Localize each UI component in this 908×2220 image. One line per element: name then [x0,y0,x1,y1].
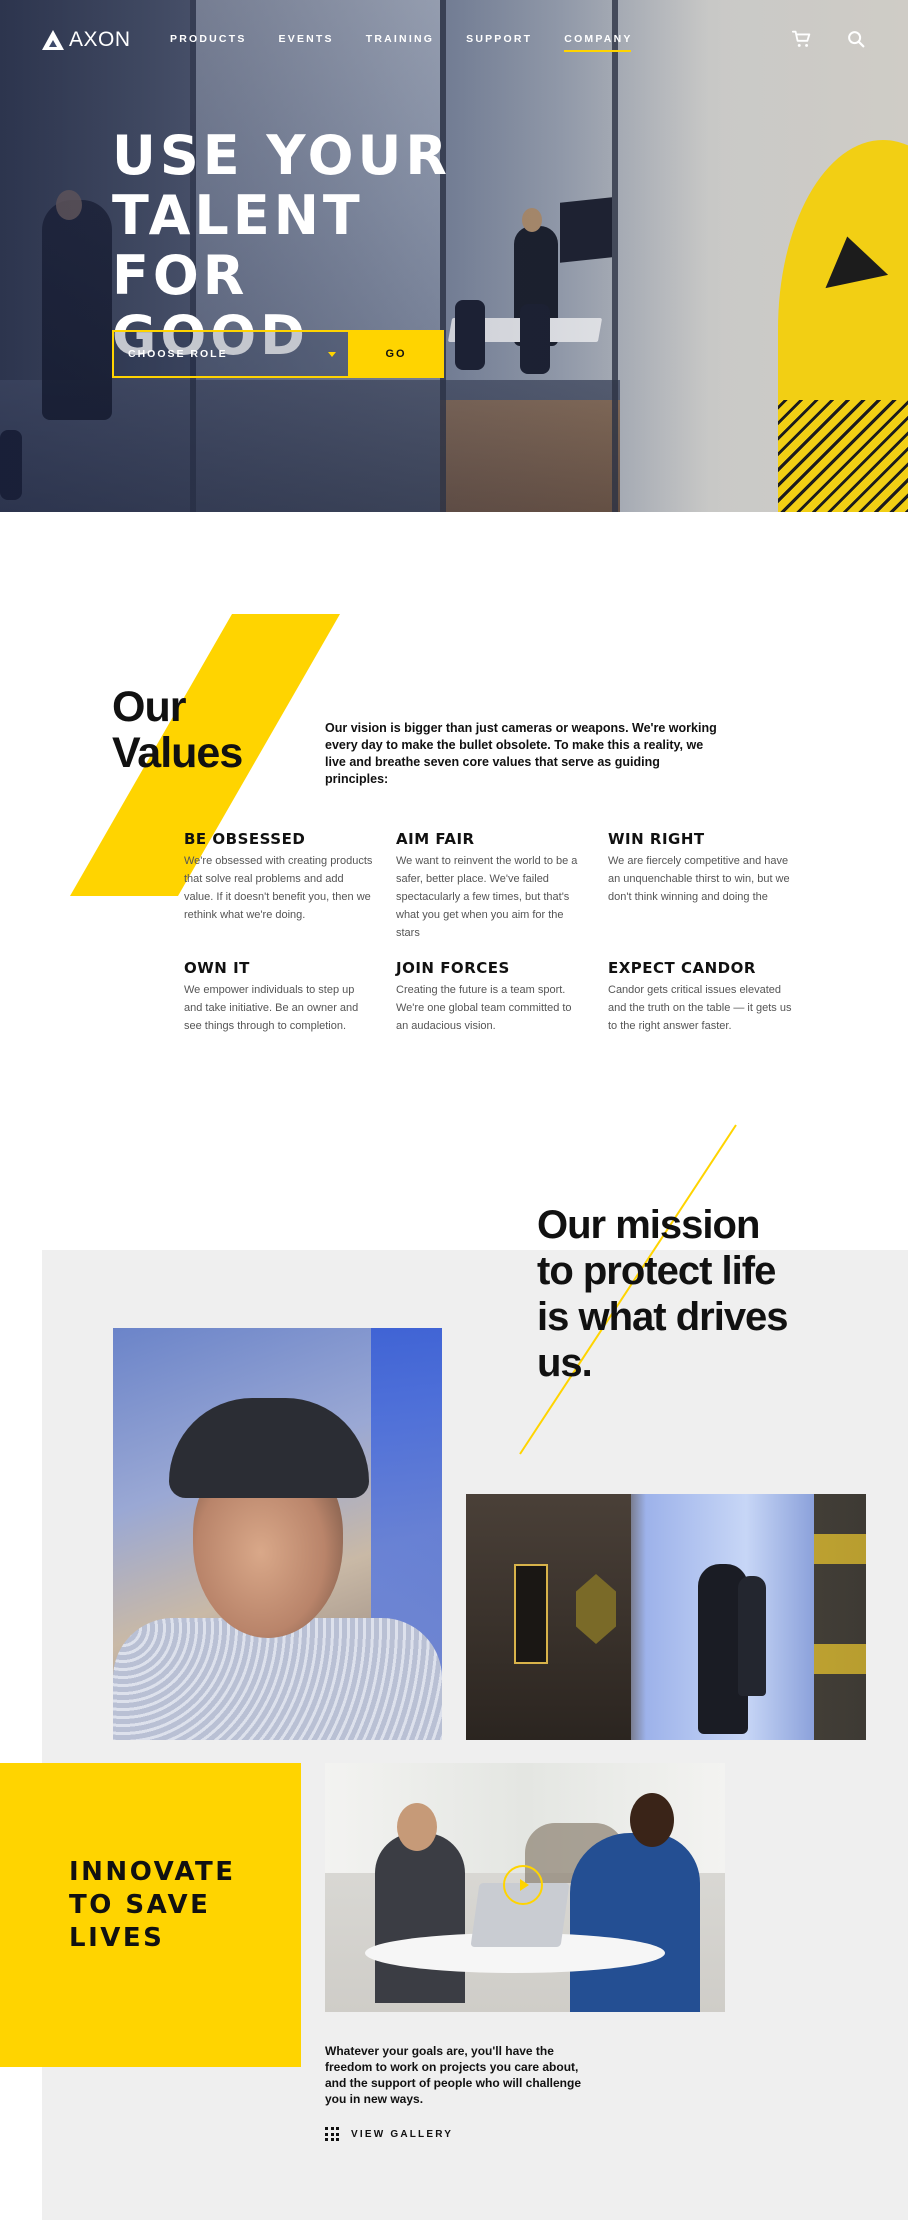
nav-links: PRODUCTS EVENTS TRAINING SUPPORT COMPANY [170,33,665,52]
hero-section: AXON PRODUCTS EVENTS TRAINING SUPPORT CO… [0,0,908,512]
photo-man-head [397,1803,437,1851]
value-card: BE OBSESSED We're obsessed with creating… [184,830,374,924]
grid-icon [325,2127,339,2141]
view-gallery-link[interactable]: VIEW GALLERY [325,2127,453,2141]
nav-link-training[interactable]: TRAINING [366,33,434,45]
gallery-description: Whatever your goals are, you'll have the… [325,2044,582,2106]
photo-man [375,1833,465,2003]
team-meeting-video[interactable] [325,1763,725,2012]
logo-text: AXON [69,28,131,51]
photo-woman-head [630,1793,674,1847]
hero-title-line: USE YOUR [112,124,451,187]
mission-title-line: Our mission [537,1203,760,1247]
photo-door [466,1494,631,1740]
mission-title-line: to protect life [537,1249,776,1293]
innovate-title-line: LIVES [69,1923,165,1953]
value-title: JOIN FORCES [396,959,510,977]
photo-hex-wall [814,1494,866,1740]
nav-link-support[interactable]: SUPPORT [466,33,532,45]
values-title: Our Values [112,683,243,777]
search-icon[interactable] [845,28,867,50]
mission-title-line: us. [537,1341,593,1385]
mission-title: Our mission to protect life is what driv… [537,1202,817,1386]
nav-link-events[interactable]: EVENTS [279,33,334,45]
values-title-line: Values [112,729,243,777]
axon-logo-icon [42,30,64,50]
value-title: WIN RIGHT [608,830,705,848]
photo-cap [169,1398,369,1498]
hero-title-line: TALENT [112,184,364,247]
value-title: OWN IT [184,959,250,977]
value-card: JOIN FORCES Creating the future is a tea… [396,959,586,1035]
value-title: AIM FAIR [396,830,475,848]
value-title: BE OBSESSED [184,830,306,848]
value-text: We empower individuals to step up and ta… [184,984,359,1032]
view-gallery-label: VIEW GALLERY [351,2128,454,2140]
value-text: We are fiercely competitive and have an … [608,855,790,903]
mission-title-line: is what drives [537,1295,789,1339]
value-card: WIN RIGHT We are fiercely competitive an… [608,830,798,906]
cart-icon[interactable] [791,28,813,50]
value-text: We want to reinvent the world to be a sa… [396,855,578,939]
photo-door-panel [514,1564,548,1664]
value-card: AIM FAIR We want to reinvent the world t… [396,830,586,942]
employee-portrait-photo [113,1328,442,1740]
value-text: Creating the future is a team sport. We'… [396,984,572,1032]
value-title: EXPECT CANDOR [608,959,756,977]
photo-door-hex [576,1574,616,1644]
office-hallway-photo [466,1494,866,1740]
main-navigation: AXON PRODUCTS EVENTS TRAINING SUPPORT CO… [0,0,908,80]
photo-woman [570,1833,700,2012]
value-text: Candor gets critical issues elevated and… [608,984,792,1032]
values-title-line: Our [112,683,186,731]
values-intro: Our vision is bigger than just cameras o… [325,721,717,786]
choose-role-label: CHOOSE ROLE [128,348,228,360]
caret-down-icon [328,352,336,357]
innovate-title-line: TO SAVE [69,1890,211,1920]
photo-person-standing [738,1576,766,1696]
innovate-title-line: INNOVATE [69,1857,236,1887]
choose-role-select[interactable]: CHOOSE ROLE [112,330,348,378]
nav-link-products[interactable]: PRODUCTS [170,33,247,45]
innovate-title: INNOVATE TO SAVE LIVES [69,1856,236,1955]
axon-logo[interactable]: AXON [42,28,131,52]
play-icon[interactable] [503,1865,543,1905]
value-text: We're obsessed with creating products th… [184,855,373,921]
go-button[interactable]: GO [348,330,444,378]
nav-link-company[interactable]: COMPANY [564,33,632,52]
value-card: OWN IT We empower individuals to step up… [184,959,374,1035]
value-card: EXPECT CANDOR Candor gets critical issue… [608,959,798,1035]
